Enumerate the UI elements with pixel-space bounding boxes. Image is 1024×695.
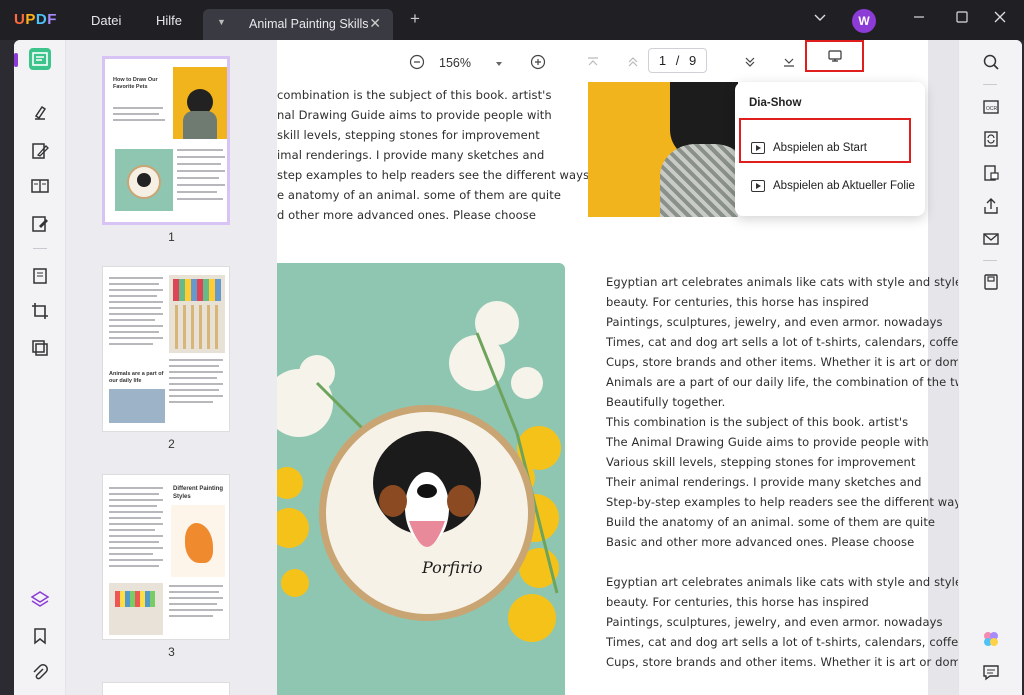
thumb-page-number: 2 <box>168 437 175 451</box>
separator <box>983 84 997 85</box>
organize-icon[interactable] <box>29 175 51 197</box>
dropdown-title: Dia-Show <box>749 97 802 109</box>
view-toolbar: 156% 1 / 9 <box>277 40 958 82</box>
thumb-painting-photo <box>109 389 165 423</box>
page-thumbnail-3[interactable]: Different Painting Styles <box>102 474 230 640</box>
highlight-box <box>739 118 911 163</box>
comment-list-icon[interactable] <box>981 662 1001 682</box>
search-icon[interactable] <box>981 52 1001 72</box>
play-icon <box>751 180 765 192</box>
ai-assistant-icon[interactable] <box>981 629 1001 649</box>
thumb-title: How to Draw Our Favorite Pets <box>113 77 158 90</box>
title-bar: UPDF Datei Hilfe ▼ Animal Painting Skill… <box>0 0 1024 40</box>
updf-logo: UPDF <box>14 11 57 28</box>
thumb-fox-illustration <box>171 505 225 577</box>
edit-pdf-icon[interactable] <box>29 140 51 162</box>
comment-icon[interactable] <box>29 102 51 124</box>
dog-photo <box>588 82 738 217</box>
next-page-icon[interactable] <box>741 53 759 71</box>
page-number-field[interactable]: 1 / 9 <box>648 48 707 73</box>
thumb-dog-photo <box>173 67 227 139</box>
slideshow-button[interactable] <box>805 40 864 72</box>
bookmark-icon[interactable] <box>29 625 51 647</box>
last-page-icon[interactable] <box>780 53 798 71</box>
embroidery-name: Porfirio <box>421 558 482 577</box>
separator <box>33 248 47 249</box>
zoom-out-icon[interactable] <box>408 53 426 71</box>
thumb-title: Different Painting Styles <box>173 486 224 500</box>
previous-page-icon[interactable] <box>624 53 642 71</box>
play-from-current-label: Abspielen ab Aktueller Folie <box>773 180 915 192</box>
ocr-icon[interactable]: OCR <box>981 97 1001 117</box>
layers-icon[interactable] <box>29 588 51 610</box>
zoom-dropdown-icon[interactable] <box>490 55 508 73</box>
embroidery-photo: Porfirio <box>277 263 565 695</box>
menu-help[interactable]: Hilfe <box>156 13 182 28</box>
thumb-brushes-photo <box>169 275 225 353</box>
page-thumbnail-1[interactable]: How to Draw Our Favorite Pets <box>102 56 230 225</box>
reader-icon[interactable] <box>29 48 51 70</box>
thumb-page-number: 3 <box>168 645 175 659</box>
protect-file-icon[interactable] <box>981 163 1001 183</box>
total-pages: 9 <box>688 53 697 68</box>
page-separator: / <box>675 53 680 68</box>
attachment-icon[interactable] <box>29 662 51 684</box>
maximize-icon[interactable] <box>955 10 969 27</box>
active-indicator <box>14 53 18 67</box>
thumb-embroidery-photo <box>115 149 173 211</box>
zoom-level[interactable]: 156% <box>439 56 471 70</box>
tab-close-icon[interactable]: ✕ <box>369 15 381 32</box>
thumb-page-number: 1 <box>168 230 175 244</box>
thumb-palette-photo <box>109 583 163 635</box>
right-tool-strip: OCR <box>958 40 1022 695</box>
chevron-down-icon[interactable] <box>813 10 827 27</box>
share-icon[interactable] <box>981 196 1001 216</box>
close-window-icon[interactable] <box>993 10 1007 27</box>
page-thumbnail-4[interactable] <box>102 682 230 695</box>
page-tools-icon[interactable] <box>29 265 51 287</box>
zoom-in-icon[interactable] <box>529 53 547 71</box>
thumbnail-panel: How to Draw Our Favorite Pets 1 Animals … <box>66 40 277 695</box>
new-tab-icon[interactable]: + <box>410 10 420 27</box>
first-page-icon[interactable] <box>584 53 602 71</box>
save-icon[interactable] <box>981 272 1001 292</box>
tab-title: Animal Painting Skills <box>249 17 369 31</box>
thumb-title: Animals are a part of our daily life <box>109 371 164 384</box>
convert-icon[interactable] <box>981 129 1001 149</box>
protect-icon[interactable] <box>29 337 51 359</box>
menu-file[interactable]: Datei <box>91 13 121 28</box>
current-page: 1 <box>658 53 667 68</box>
user-avatar[interactable]: W <box>852 9 876 33</box>
doc-paragraph-right: Egyptian art celebrates animals like cat… <box>606 275 958 669</box>
separator <box>983 260 997 261</box>
left-tool-strip <box>14 40 66 695</box>
document-tab[interactable]: ▼ Animal Painting Skills ✕ <box>203 9 393 40</box>
email-icon[interactable] <box>981 229 1001 249</box>
page-thumbnail-2[interactable]: Animals are a part of our daily life <box>102 266 230 432</box>
app-window: How to Draw Our Favorite Pets 1 Animals … <box>14 40 1022 695</box>
minimize-icon[interactable] <box>912 10 926 27</box>
form-icon[interactable] <box>29 213 51 235</box>
presentation-icon <box>827 50 842 62</box>
svg-text:OCR: OCR <box>986 106 998 112</box>
doc-paragraph-top: combination is the subject of this book.… <box>277 88 590 222</box>
play-from-current-item[interactable]: Abspielen ab Aktueller Folie <box>751 180 915 192</box>
tab-dropdown-icon[interactable]: ▼ <box>217 17 226 27</box>
crop-icon[interactable] <box>29 300 51 322</box>
